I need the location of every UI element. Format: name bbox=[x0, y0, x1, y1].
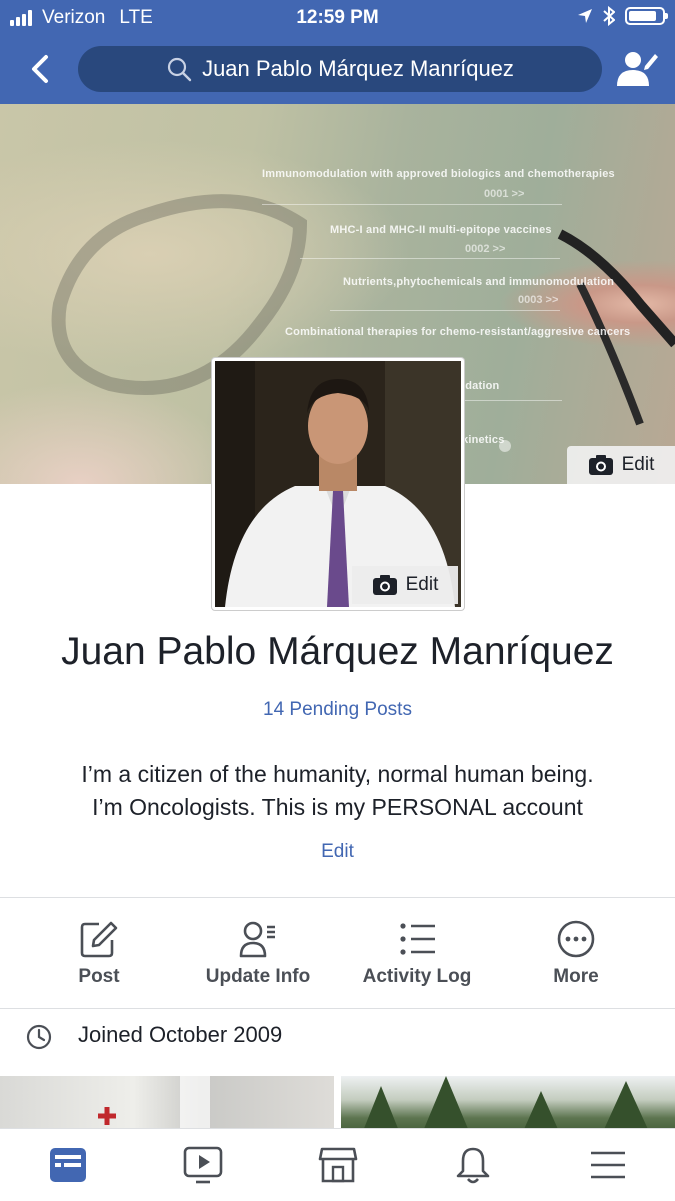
edit-avatar-label: Edit bbox=[405, 574, 439, 595]
list-icon bbox=[400, 923, 435, 955]
pending-posts-link[interactable]: 14 Pending Posts bbox=[0, 699, 675, 721]
more-label: More bbox=[553, 966, 599, 987]
tab-menu[interactable] bbox=[540, 1129, 675, 1201]
photo-thumbnail[interactable] bbox=[341, 1076, 675, 1136]
cover-text-6: kinetics bbox=[462, 434, 505, 446]
search-text: Juan Pablo Márquez Manríquez bbox=[202, 56, 514, 81]
clock-icon bbox=[26, 1024, 52, 1050]
tab-marketplace[interactable] bbox=[270, 1129, 405, 1201]
photo-content bbox=[361, 1076, 651, 1136]
bio-line-2: I’m Oncologists. This is my PERSONAL acc… bbox=[92, 794, 583, 820]
edit-cover-label: Edit bbox=[621, 454, 655, 475]
cover-text-5: idation bbox=[462, 380, 500, 392]
location-icon bbox=[578, 9, 592, 23]
back-chevron-icon[interactable] bbox=[24, 52, 56, 86]
bio: I’m a citizen of the humanity, normal hu… bbox=[0, 758, 675, 824]
marketplace-icon bbox=[318, 1147, 357, 1183]
cover-text-2: MHC-I and MHC-II multi-epitope vaccines bbox=[330, 224, 552, 236]
menu-icon bbox=[590, 1151, 625, 1179]
activity-log-button[interactable]: Activity Log bbox=[342, 898, 492, 1008]
notifications-icon bbox=[456, 1147, 489, 1184]
cover-rule bbox=[462, 400, 562, 401]
status-bar: Verizon LTE 12:59 PM bbox=[0, 0, 675, 36]
camera-icon bbox=[372, 575, 397, 595]
post-button[interactable]: Post bbox=[24, 898, 174, 1008]
cover-rule bbox=[300, 258, 560, 259]
joined-info: Joined October 2009 bbox=[0, 1009, 675, 1065]
bluetooth-icon bbox=[603, 6, 615, 26]
cover-code-2: 0002 >> bbox=[465, 243, 506, 255]
cover-text-4: Combinational therapies for chemo-resist… bbox=[285, 326, 631, 338]
cover-code-3: 0003 >> bbox=[518, 294, 559, 306]
camera-icon bbox=[588, 455, 613, 475]
more-icon bbox=[557, 920, 595, 958]
activity-log-label: Activity Log bbox=[362, 966, 472, 987]
profile-name: Juan Pablo Márquez Manríquez bbox=[61, 630, 614, 673]
more-button[interactable]: More bbox=[501, 898, 651, 1008]
edit-profile-picture-button[interactable]: Edit bbox=[352, 566, 458, 604]
tab-news-feed[interactable] bbox=[0, 1129, 135, 1201]
edit-cover-button[interactable]: Edit bbox=[567, 446, 675, 484]
photo-thumbnail[interactable] bbox=[0, 1076, 334, 1136]
person-info-icon bbox=[239, 921, 275, 958]
photo-content bbox=[98, 1076, 210, 1136]
update-info-label: Update Info bbox=[205, 966, 311, 987]
profile-picture[interactable]: Edit bbox=[212, 358, 464, 610]
cover-rule bbox=[262, 204, 562, 205]
compose-icon bbox=[80, 921, 118, 958]
search-bar[interactable]: Juan Pablo Márquez Manríquez bbox=[78, 46, 602, 92]
cover-text-3: Nutrients,phytochemicals and immunomodul… bbox=[343, 276, 615, 288]
tab-notifications[interactable] bbox=[405, 1129, 540, 1201]
news-feed-icon bbox=[49, 1148, 86, 1182]
edit-bio-link[interactable]: Edit bbox=[0, 841, 675, 863]
clock: 12:59 PM bbox=[296, 7, 379, 28]
bio-line-1: I’m a citizen of the humanity, normal hu… bbox=[81, 761, 594, 787]
profile-actions: Post Update Info Activity Log More bbox=[0, 898, 675, 1008]
cover-code-1: 0001 >> bbox=[484, 188, 525, 200]
friend-settings-icon[interactable] bbox=[615, 46, 659, 90]
cover-text-1: Immunomodulation with approved biologics… bbox=[262, 168, 615, 180]
top-bar: Verizon LTE 12:59 PM Juan Pablo Márquez … bbox=[0, 0, 675, 104]
post-label: Post bbox=[78, 966, 120, 987]
search-icon bbox=[167, 57, 192, 82]
battery-icon bbox=[625, 7, 668, 25]
bottom-tab-bar bbox=[0, 1128, 675, 1200]
status-right bbox=[577, 6, 668, 26]
cover-rule bbox=[330, 310, 560, 311]
update-info-button[interactable]: Update Info bbox=[183, 898, 333, 1008]
tab-watch[interactable] bbox=[135, 1129, 270, 1201]
watch-icon bbox=[183, 1146, 222, 1184]
joined-text: Joined October 2009 bbox=[78, 1022, 283, 1047]
